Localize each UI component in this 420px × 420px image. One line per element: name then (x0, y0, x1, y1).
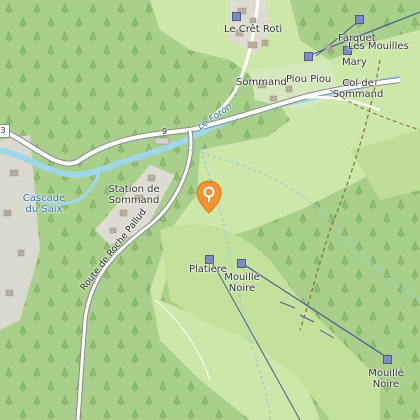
lift-station-icon (304, 52, 313, 61)
place-label-col-de-sommand[interactable]: Col de Sommand (330, 78, 386, 100)
lift-station-icon (205, 255, 214, 264)
place-label-mary[interactable]: Mary (342, 57, 367, 68)
lift-station-icon (383, 355, 392, 364)
road-number-badge: 3 (0, 124, 10, 138)
bridge-number-label: 9 (162, 127, 168, 136)
place-label-sommand[interactable]: Sommand (236, 77, 287, 88)
lift-station-icon (355, 15, 364, 24)
bridge (154, 137, 170, 145)
lift-station-icon (232, 12, 241, 21)
place-label-le-cret-roti[interactable]: Le Crêt Roti (224, 24, 282, 35)
map-view[interactable]: 3 9 Le Crêt Roti Farquet Les Mouilles Ma… (0, 0, 420, 420)
place-label-station-de-sommand[interactable]: Station de Sommand (101, 184, 167, 206)
place-label-mouille-noire-lower[interactable]: Mouille Noire (366, 368, 406, 390)
place-label-cascade-du-saix[interactable]: Cascade du Saix (18, 193, 70, 215)
place-label-mouille-noire-upper[interactable]: Mouille Noire (222, 272, 262, 294)
lift-station-icon (237, 259, 246, 268)
place-label-les-mouilles[interactable]: Les Mouilles (348, 41, 409, 52)
place-label-piou-piou[interactable]: Piou Piou (286, 74, 331, 85)
location-pin-icon[interactable] (196, 180, 222, 214)
